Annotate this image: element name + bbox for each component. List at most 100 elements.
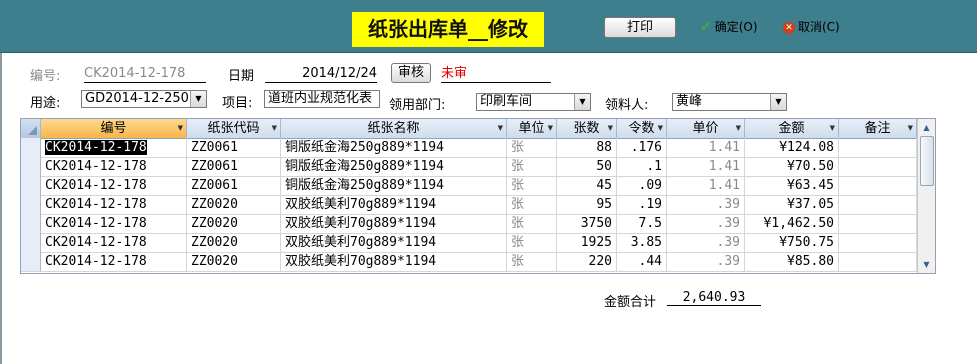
code-field[interactable]: CK2014-12-178 (84, 65, 206, 83)
row-selector[interactable] (21, 157, 41, 176)
row-selector[interactable] (21, 214, 41, 233)
cell-price[interactable]: 1.41 (667, 138, 745, 157)
col-header-remark[interactable]: 备注 ▼ (839, 119, 917, 138)
cell-amount[interactable]: ¥750.75 (745, 233, 839, 252)
row-selector[interactable] (21, 195, 41, 214)
cell-remark[interactable] (839, 252, 917, 271)
cell-price[interactable]: 1.41 (667, 176, 745, 195)
cell-unit[interactable]: 张 (507, 176, 557, 195)
cancel-button[interactable]: ✕ 取消(C) (783, 17, 840, 38)
cell-paper-name[interactable]: 双胶纸美利70g889*1194 (281, 214, 507, 233)
project-field[interactable]: 道班内业规范化表 (264, 90, 380, 108)
cell-sheets[interactable]: 220 (557, 252, 617, 271)
col-header-sheets[interactable]: 张数 ▼ (557, 119, 617, 138)
table-row[interactable]: CK2014-12-178 ZZ0020 双胶纸美利70g889*1194 张 95.1… (21, 195, 917, 215)
cell-reams[interactable]: .19 (617, 195, 667, 214)
table-row[interactable]: CK2014-12-178 ZZ0061 铜版纸金海250g889*1194 张 50.… (21, 157, 917, 177)
cell-code[interactable]: CK2014-12-178 (41, 214, 187, 233)
select-all-corner[interactable] (21, 119, 41, 138)
print-button[interactable]: 打印 (604, 17, 676, 38)
chevron-down-icon[interactable]: ▼ (770, 94, 786, 110)
usage-select[interactable]: GD2014-12-250 ▼ (81, 90, 207, 108)
cell-sheets[interactable]: 88 (557, 138, 617, 157)
cell-reams[interactable]: .09 (617, 176, 667, 195)
scroll-down-icon[interactable]: ▼ (920, 258, 933, 271)
cell-sheets[interactable]: 95 (557, 195, 617, 214)
cell-code[interactable]: CK2014-12-178 (41, 176, 187, 195)
cell-sheets[interactable]: 50 (557, 157, 617, 176)
cell-paper-code[interactable]: ZZ0020 (187, 214, 281, 233)
row-selector[interactable] (21, 252, 41, 271)
date-field[interactable]: 2014/12/24 (265, 65, 377, 83)
cell-sheets[interactable]: 1925 (557, 233, 617, 252)
cell-reams[interactable]: .44 (617, 252, 667, 271)
cell-paper-code[interactable]: ZZ0020 (187, 252, 281, 271)
col-header-code[interactable]: 编号 ▼ (41, 119, 187, 138)
cell-reams[interactable]: 7.5 (617, 214, 667, 233)
col-header-paper-code[interactable]: 纸张代码 ▼ (187, 119, 281, 138)
cell-paper-name[interactable]: 双胶纸美利70g889*1194 (281, 252, 507, 271)
cell-unit[interactable]: 张 (507, 195, 557, 214)
cell-remark[interactable] (839, 138, 917, 157)
cell-price[interactable]: .39 (667, 195, 745, 214)
cell-code[interactable]: CK2014-12-178 (41, 138, 187, 157)
cell-price[interactable]: 1.41 (667, 157, 745, 176)
cell-amount[interactable]: ¥1,462.50 (745, 214, 839, 233)
receiver-select[interactable]: 黄峰 ▼ (672, 93, 787, 111)
col-header-paper-name[interactable]: 纸张名称 ▼ (281, 119, 507, 138)
cell-paper-code[interactable]: ZZ0061 (187, 138, 281, 157)
row-selector[interactable] (21, 176, 41, 195)
table-row[interactable]: CK2014-12-178 ZZ0020 双胶纸美利70g889*1194 张 1925… (21, 233, 917, 253)
table-row[interactable]: CK2014-12-178 ZZ0061 铜版纸金海250g889*1194 张 45.… (21, 176, 917, 196)
cell-paper-name[interactable]: 铜版纸金海250g889*1194 (281, 138, 507, 157)
cell-paper-name[interactable]: 铜版纸金海250g889*1194 (281, 157, 507, 176)
cell-amount[interactable]: ¥37.05 (745, 195, 839, 214)
table-row[interactable]: CK2014-12-178 ZZ0061 铜版纸金海250g889*1194 张 88.… (21, 138, 917, 158)
vertical-scrollbar[interactable]: ▲ ▼ (917, 119, 935, 273)
cell-code[interactable]: CK2014-12-178 (41, 252, 187, 271)
cell-remark[interactable] (839, 233, 917, 252)
scroll-up-icon[interactable]: ▲ (920, 121, 933, 134)
col-header-price[interactable]: 单价 ▼ (667, 119, 745, 138)
cell-price[interactable]: .39 (667, 214, 745, 233)
confirm-button[interactable]: ✔ 确定(O) (700, 17, 758, 38)
cell-remark[interactable] (839, 157, 917, 176)
row-selector[interactable] (21, 138, 41, 157)
cell-code[interactable]: CK2014-12-178 (41, 195, 187, 214)
cell-code[interactable]: CK2014-12-178 (41, 233, 187, 252)
cell-price[interactable]: .39 (667, 252, 745, 271)
cell-sheets[interactable]: 3750 (557, 214, 617, 233)
cell-paper-code[interactable]: ZZ0061 (187, 157, 281, 176)
cell-paper-name[interactable]: 双胶纸美利70g889*1194 (281, 233, 507, 252)
cell-remark[interactable] (839, 214, 917, 233)
cell-reams[interactable]: 3.85 (617, 233, 667, 252)
cell-unit[interactable]: 张 (507, 233, 557, 252)
cell-paper-name[interactable]: 双胶纸美利70g889*1194 (281, 195, 507, 214)
table-row[interactable]: CK2014-12-178 ZZ0020 双胶纸美利70g889*1194 张 220.… (21, 252, 917, 272)
row-selector[interactable] (21, 233, 41, 252)
scroll-thumb[interactable] (920, 136, 934, 186)
chevron-down-icon[interactable]: ▼ (190, 91, 206, 107)
cell-amount[interactable]: ¥63.45 (745, 176, 839, 195)
cell-paper-name[interactable]: 铜版纸金海250g889*1194 (281, 176, 507, 195)
cell-remark[interactable] (839, 176, 917, 195)
col-header-amount[interactable]: 金额 ▼ (745, 119, 839, 138)
cell-unit[interactable]: 张 (507, 252, 557, 271)
cell-amount[interactable]: ¥70.50 (745, 157, 839, 176)
cell-paper-code[interactable]: ZZ0020 (187, 233, 281, 252)
cell-amount[interactable]: ¥124.08 (745, 138, 839, 157)
cell-reams[interactable]: .176 (617, 138, 667, 157)
col-header-unit[interactable]: 单位 ▼ (507, 119, 557, 138)
cell-paper-code[interactable]: ZZ0020 (187, 195, 281, 214)
cell-amount[interactable]: ¥85.80 (745, 252, 839, 271)
cell-unit[interactable]: 张 (507, 214, 557, 233)
chevron-down-icon[interactable]: ▼ (574, 94, 590, 110)
cell-price[interactable]: .39 (667, 233, 745, 252)
dept-select[interactable]: 印刷车间 ▼ (476, 93, 591, 111)
cell-reams[interactable]: .1 (617, 157, 667, 176)
cell-code[interactable]: CK2014-12-178 (41, 157, 187, 176)
cell-paper-code[interactable]: ZZ0061 (187, 176, 281, 195)
cell-unit[interactable]: 张 (507, 138, 557, 157)
cell-unit[interactable]: 张 (507, 157, 557, 176)
col-header-reams[interactable]: 令数 ▼ (617, 119, 667, 138)
